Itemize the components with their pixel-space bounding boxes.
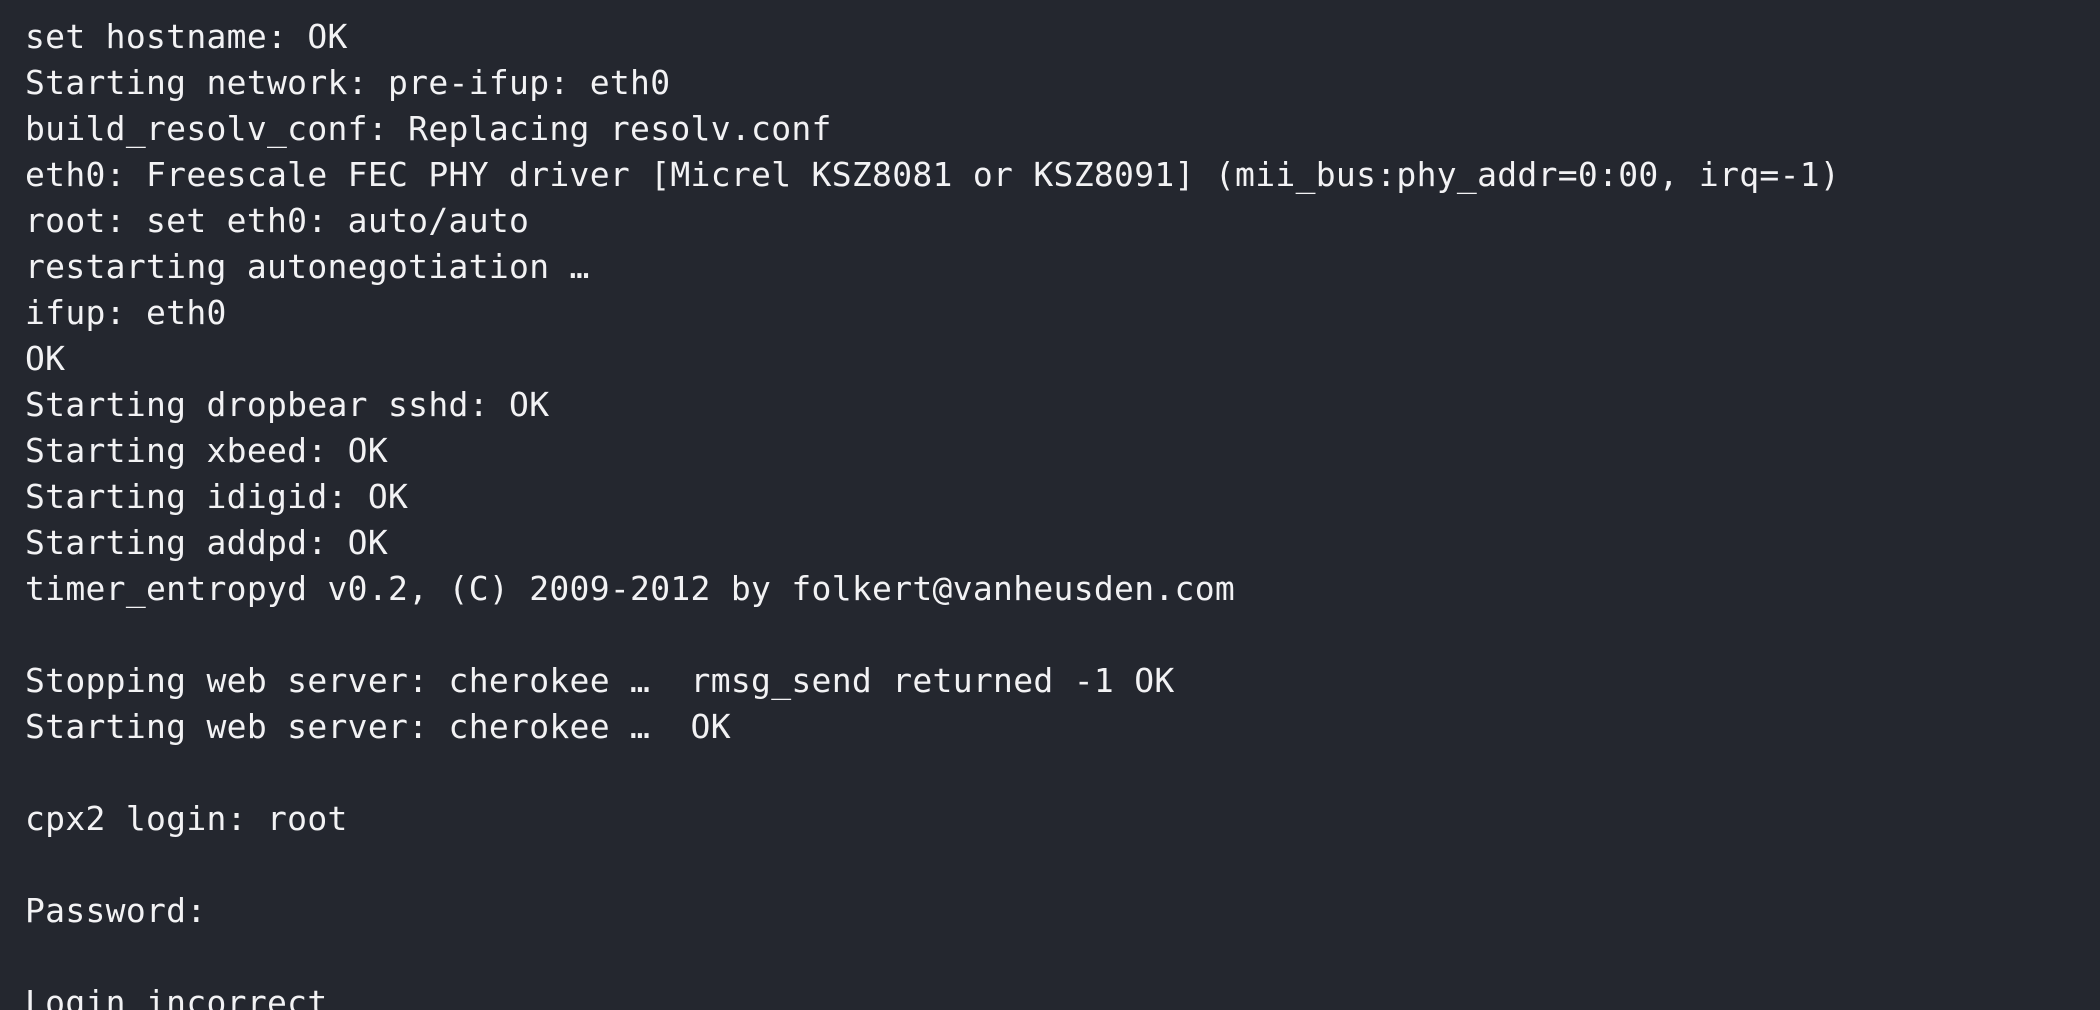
terminal-line: Starting dropbear sshd: OK [25, 385, 550, 424]
terminal-line: build_resolv_conf: Replacing resolv.conf [25, 109, 832, 148]
terminal-line: Login incorrect [25, 983, 328, 1010]
terminal-line: Starting xbeed: OK [25, 431, 389, 470]
terminal-line: Password: [25, 891, 207, 930]
terminal-line: Starting addpd: OK [25, 523, 389, 562]
terminal-line: OK [25, 339, 66, 378]
terminal-line: set hostname: OK [25, 17, 348, 56]
terminal-line: Starting idigid: OK [25, 477, 409, 516]
terminal-line: Starting network: pre-ifup: eth0 [25, 63, 671, 102]
terminal-line: eth0: Freescale FEC PHY driver [Micrel K… [25, 155, 1841, 194]
terminal-line: root: set eth0: auto/auto [25, 201, 530, 240]
terminal-line: Starting web server: cherokee … OK [25, 707, 731, 746]
terminal-line: restarting autonegotiation … [25, 247, 590, 286]
terminal-line: Stopping web server: cherokee … rmsg_sen… [25, 661, 1175, 700]
terminal-line: cpx2 login: root [25, 799, 348, 838]
terminal-line: ifup: eth0 [25, 293, 227, 332]
terminal-line: timer_entropyd v0.2, (C) 2009-2012 by fo… [25, 569, 1236, 608]
terminal-output[interactable]: set hostname: OK Starting network: pre-if… [0, 0, 2100, 1010]
